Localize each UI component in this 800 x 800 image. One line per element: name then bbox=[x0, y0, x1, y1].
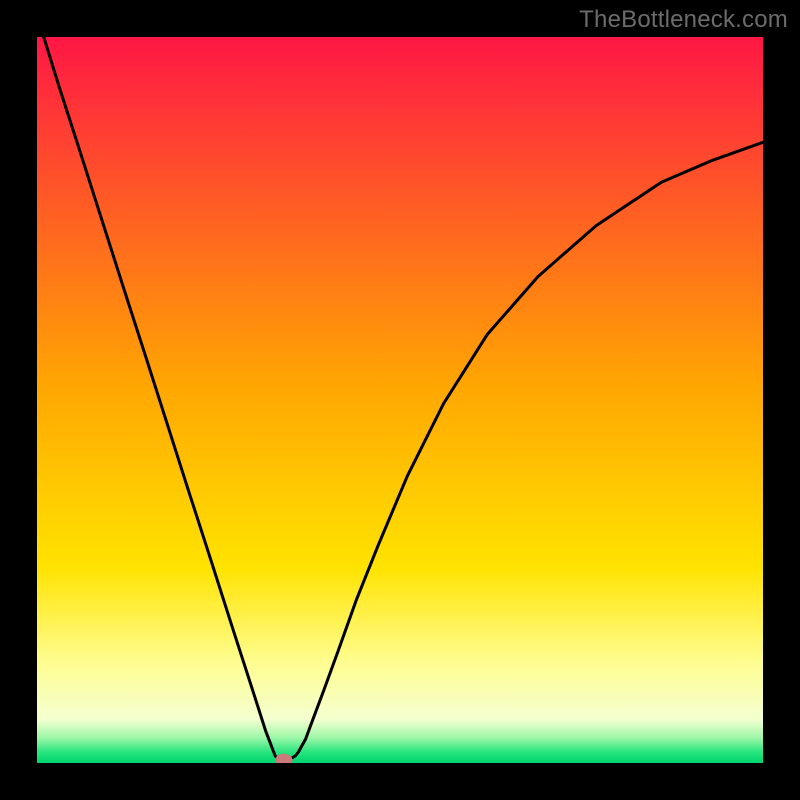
chart-svg bbox=[37, 37, 763, 763]
gradient-background bbox=[37, 37, 763, 763]
watermark-text: TheBottleneck.com bbox=[579, 6, 788, 34]
plot-area bbox=[37, 37, 763, 763]
chart-frame: TheBottleneck.com bbox=[0, 0, 800, 800]
